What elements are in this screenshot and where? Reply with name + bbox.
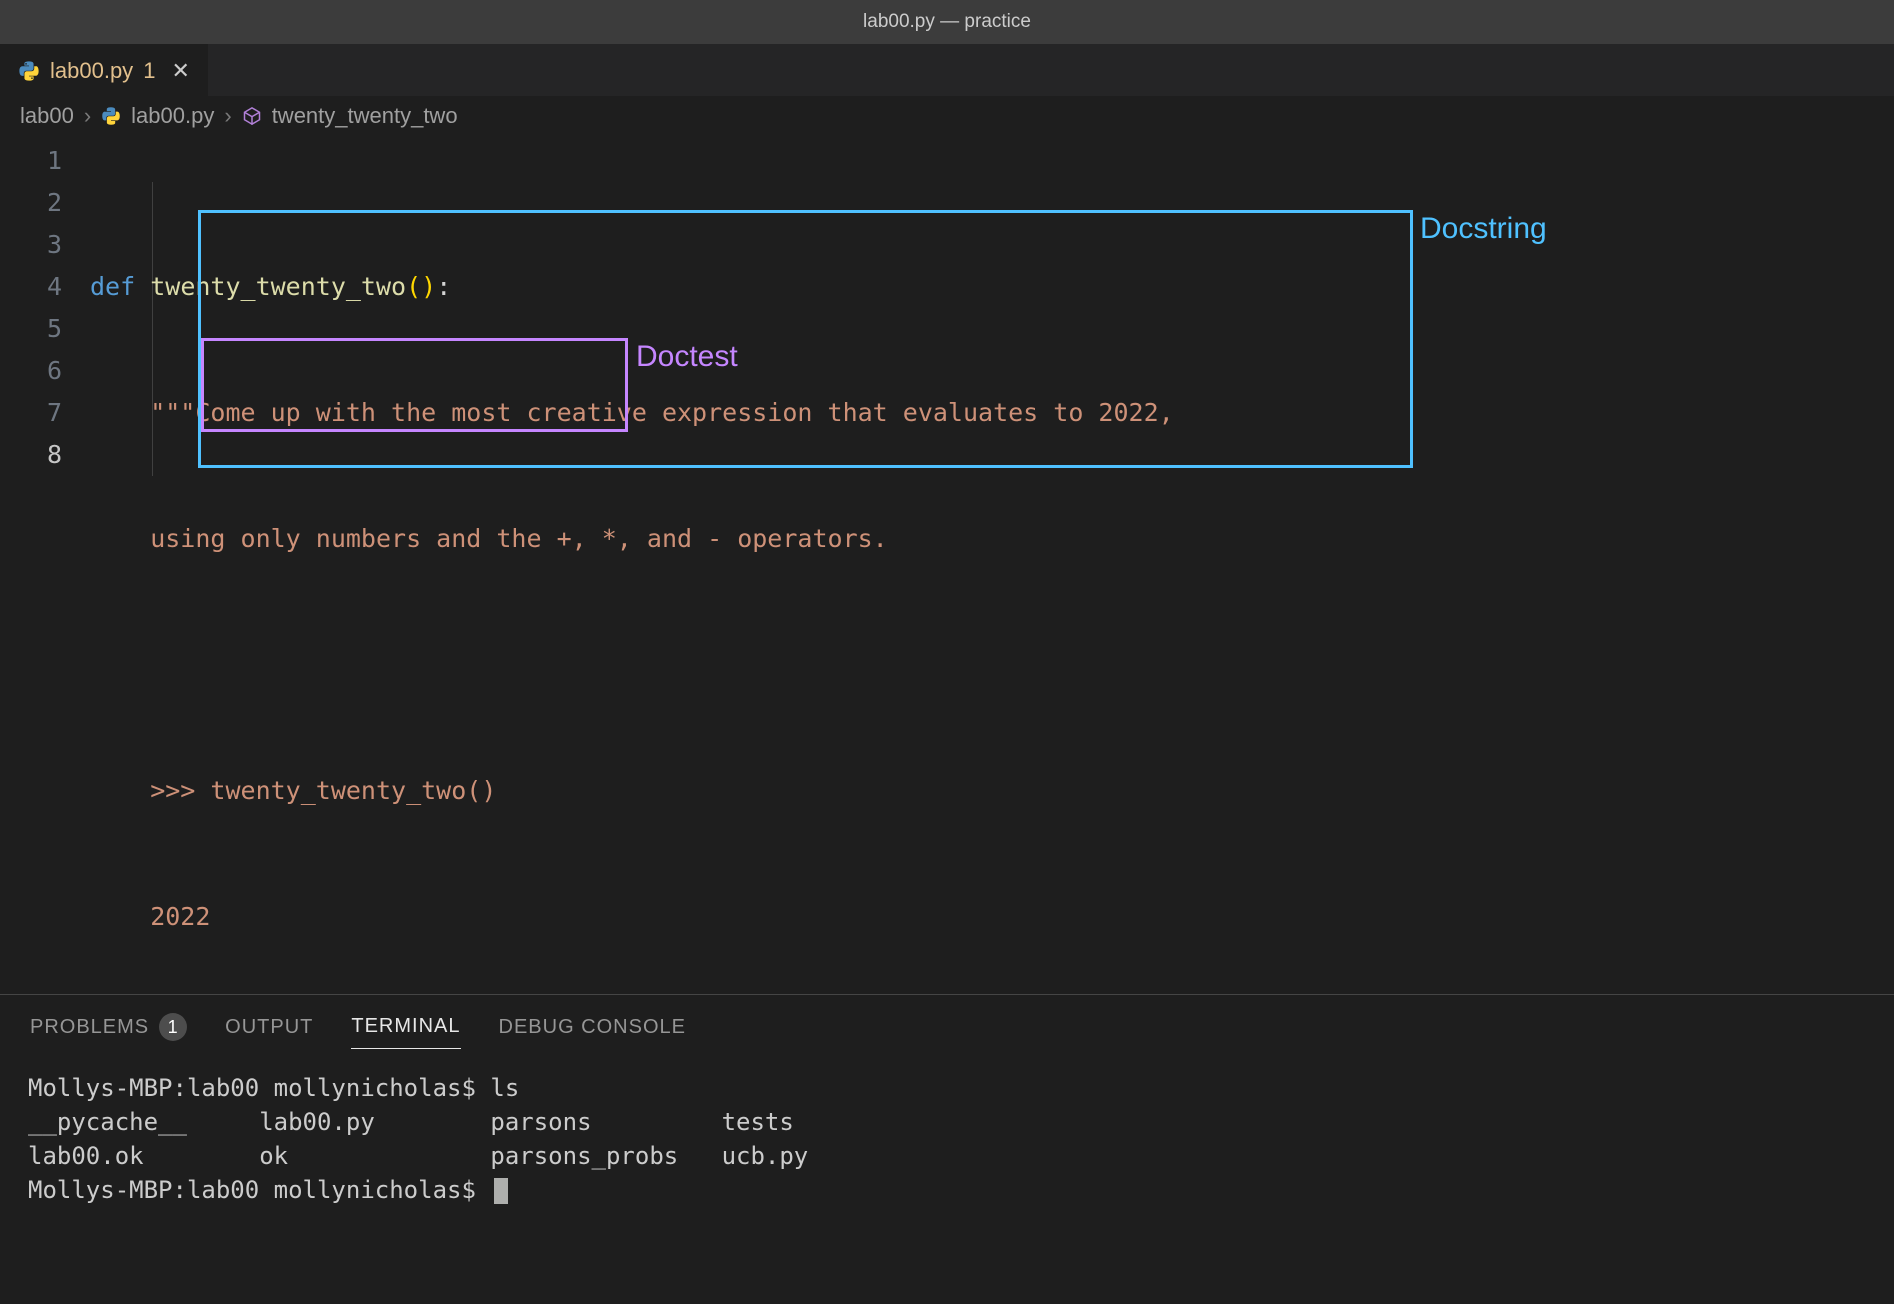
window-title: lab00.py — practice [863,11,1031,33]
code-line[interactable]: 2022 [90,896,1894,938]
panel-tabs: PROBLEMS 1 OUTPUT TERMINAL DEBUG CONSOLE [0,995,1894,1065]
code-line[interactable]: >>> twenty_twenty_two() [90,770,1894,812]
editor-scrollbar[interactable] [1876,136,1894,956]
terminal-content[interactable]: Mollys-MBP:lab00 mollynicholas$ ls __pyc… [0,1065,1894,1207]
terminal-line: __pycache__ lab00.py parsons tests [28,1108,794,1136]
crumb-file[interactable]: lab00.py [131,103,214,129]
terminal-cursor [494,1178,508,1204]
problems-badge: 1 [159,1013,187,1041]
line-number: 7 [0,392,62,434]
tab-terminal[interactable]: TERMINAL [351,1015,460,1049]
chevron-right-icon: › [224,103,231,129]
code-line[interactable]: """Come up with the most creative expres… [90,392,1894,434]
editor-tabbar: lab00.py 1 ✕ [0,44,1894,96]
tab-filename: lab00.py [50,58,133,84]
bottom-panel: PROBLEMS 1 OUTPUT TERMINAL DEBUG CONSOLE… [0,994,1894,1304]
breadcrumb: lab00 › lab00.py › twenty_twenty_two [0,96,1894,136]
code-line[interactable]: using only numbers and the +, *, and - o… [90,518,1894,560]
python-icon [101,106,121,126]
terminal-line: Mollys-MBP:lab00 mollynicholas$ [28,1176,490,1204]
tab-lab00[interactable]: lab00.py 1 ✕ [0,44,208,96]
tab-output[interactable]: OUTPUT [225,1016,313,1049]
symbol-method-icon [242,106,262,126]
line-number: 2 [0,182,62,224]
tab-problems[interactable]: PROBLEMS 1 [30,1013,187,1051]
line-number: 3 [0,224,62,266]
close-icon[interactable]: ✕ [171,58,189,84]
line-number: 6 [0,350,62,392]
line-number: 5 [0,308,62,350]
crumb-symbol[interactable]: twenty_twenty_two [272,103,458,129]
line-number: 1 [0,140,62,182]
line-number: 4 [0,266,62,308]
chevron-right-icon: › [84,103,91,129]
line-number: 8 [0,434,62,476]
tab-modified-badge: 1 [143,58,155,84]
terminal-line: Mollys-MBP:lab00 mollynicholas$ ls [28,1074,519,1102]
code-line[interactable]: def twenty_twenty_two(): [90,266,1894,308]
terminal-line: lab00.ok ok parsons_probs ucb.py [28,1142,808,1170]
tab-debug-console[interactable]: DEBUG CONSOLE [499,1016,686,1049]
window-titlebar: lab00.py — practice [0,0,1894,44]
python-icon [18,60,40,82]
code-line[interactable] [90,644,1894,686]
crumb-folder[interactable]: lab00 [20,103,74,129]
